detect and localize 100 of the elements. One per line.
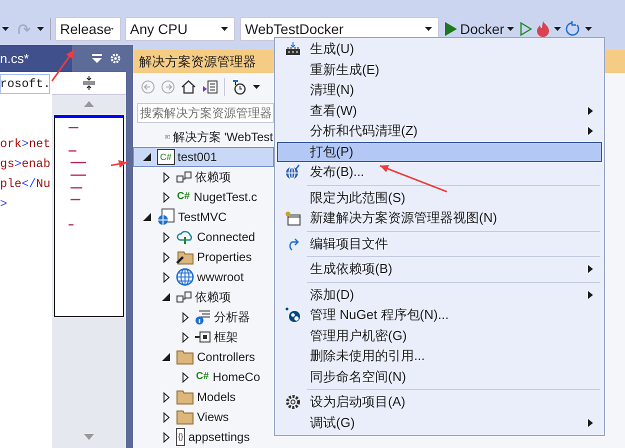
csharp-project-icon: C#	[157, 149, 175, 165]
settings-icon[interactable]	[110, 53, 121, 64]
folder-icon	[176, 409, 194, 425]
menu-item[interactable]: 设为启动项目(A)	[277, 392, 602, 412]
tree-item[interactable]: Models	[133, 387, 274, 407]
menu-item[interactable]: 编辑项目文件	[277, 234, 602, 254]
platform-dropdown[interactable]: Any CPU	[125, 16, 235, 40]
tree-item[interactable]: 框架	[133, 327, 274, 347]
expand-arrow-icon[interactable]	[162, 432, 170, 442]
menu-item[interactable]: 同步命名空间(N)	[277, 366, 602, 387]
code-line: gs>enab	[0, 156, 50, 173]
dropdown-icon[interactable]	[92, 54, 102, 63]
expand-arrow-icon[interactable]	[162, 252, 170, 262]
menu-item[interactable]: 调试(G)	[277, 412, 602, 433]
tree-item[interactable]: TestMVC	[133, 207, 274, 227]
tree-item[interactable]: C# test001	[133, 147, 274, 167]
json-file-icon: {}	[176, 428, 186, 446]
menu-item[interactable]: 管理用户机密(G)	[277, 326, 602, 346]
undo-caret[interactable]	[0, 26, 11, 30]
globe-icon	[176, 268, 194, 286]
configuration-dropdown[interactable]: Release	[55, 16, 121, 40]
code-line: ple</Nu	[0, 176, 50, 193]
menu-item[interactable]: 限定为此范围(S)	[277, 188, 602, 208]
menu-item[interactable]: 清理(N)	[277, 80, 602, 100]
tree-item[interactable]: {} appsettings	[133, 427, 274, 447]
tree-item[interactable]: wwwroot	[133, 267, 274, 287]
tree-item[interactable]: C# NugetTest.c	[133, 187, 274, 207]
expand-arrow-icon[interactable]	[182, 372, 188, 382]
caret-icon	[111, 26, 114, 30]
caret-icon	[37, 26, 44, 30]
nuget-icon	[285, 307, 301, 324]
caret-icon	[2, 26, 9, 30]
refresh-icon[interactable]	[565, 20, 582, 36]
annotation-arrow	[110, 158, 128, 168]
menu-item[interactable]: 分析和代码清理(Z)	[277, 121, 602, 142]
menu-item[interactable]: 新建解决方案资源管理器视图(N)	[277, 208, 602, 228]
tree-item[interactable]: Controllers	[133, 347, 274, 367]
expand-arrow-icon[interactable]	[162, 192, 170, 202]
annotation-arrow	[51, 49, 75, 82]
run-button[interactable]: Docker	[443, 20, 516, 36]
menu-item[interactable]: 生成依赖项(B)	[277, 259, 602, 280]
tree-item[interactable]: 依赖项	[133, 287, 274, 307]
collapse-arrow-icon[interactable]	[162, 293, 170, 301]
menu-item[interactable]: 查看(W)	[277, 100, 602, 121]
new-window-icon	[285, 210, 301, 226]
expand-arrow-icon[interactable]	[182, 332, 188, 342]
tree-item[interactable]: 依赖项	[133, 167, 274, 187]
code-line: ork>net	[0, 136, 50, 153]
tree-item[interactable]: 分析器	[133, 307, 274, 327]
dependencies-icon	[176, 170, 192, 184]
web-project-icon	[157, 208, 175, 226]
build-icon	[285, 42, 301, 56]
caret-icon	[585, 26, 592, 30]
tree-item[interactable]: Properties	[133, 247, 274, 267]
caret-icon	[554, 26, 562, 30]
csharp-file-icon: C#	[195, 371, 210, 383]
framework-icon	[195, 330, 211, 344]
collapse-arrow-icon[interactable]	[143, 213, 151, 221]
tree-item[interactable]: C# HomeCo	[133, 367, 274, 387]
menu-item[interactable]: 添加(D)	[277, 284, 602, 305]
folder-icon	[176, 349, 194, 365]
expand-arrow-icon[interactable]	[162, 272, 170, 282]
expand-arrow-icon[interactable]	[162, 172, 170, 182]
menu-item[interactable]: 管理 NuGet 程序包(N)...	[277, 305, 602, 326]
expand-arrow-icon[interactable]	[182, 312, 188, 322]
menu-item[interactable]: 删除未使用的引用...	[277, 346, 602, 366]
collapse-arrow-icon[interactable]	[162, 353, 170, 361]
caret-icon	[253, 85, 260, 89]
analyzer-icon	[195, 309, 211, 325]
code-line: rosoft.	[0, 74, 50, 94]
home-icon[interactable]	[181, 80, 196, 94]
expand-arrow-icon[interactable]	[162, 392, 170, 402]
play-outline-icon[interactable]	[520, 22, 532, 36]
play-icon	[445, 22, 457, 36]
dependencies-icon	[176, 290, 192, 304]
expand-arrow-icon[interactable]	[162, 232, 170, 242]
redo-caret[interactable]	[35, 26, 46, 30]
startup-project-dropdown[interactable]: WebTestDocker	[240, 16, 439, 40]
collapse-arrow-icon[interactable]	[143, 153, 151, 161]
flame-icon[interactable]	[536, 20, 550, 36]
cloud-plug-icon	[176, 229, 194, 245]
history-icon[interactable]	[231, 79, 247, 95]
annotation-arrow	[379, 164, 448, 193]
menu-item[interactable]: 打包(P)	[277, 142, 602, 162]
editor-tab[interactable]: n.cs*	[0, 45, 72, 72]
splitter-icon[interactable]	[83, 76, 95, 90]
csharp-file-icon: C#	[176, 191, 191, 203]
expand-arrow-icon[interactable]	[162, 412, 170, 422]
tree-item[interactable]: Views	[133, 407, 274, 427]
menu-item[interactable]: 发布(B)...	[277, 162, 602, 182]
tree-item[interactable]: Connected	[133, 227, 274, 247]
caret-icon	[221, 26, 228, 30]
vs-document-icon[interactable]	[202, 80, 218, 94]
code-line: >	[0, 196, 8, 213]
wrench-folder-icon	[176, 249, 194, 265]
globe-icon	[285, 164, 301, 180]
settings-icon	[285, 394, 301, 410]
caret-icon	[425, 26, 432, 30]
folder-icon	[176, 389, 194, 405]
tree-item[interactable]: 解决方案 'WebTest	[133, 127, 274, 147]
